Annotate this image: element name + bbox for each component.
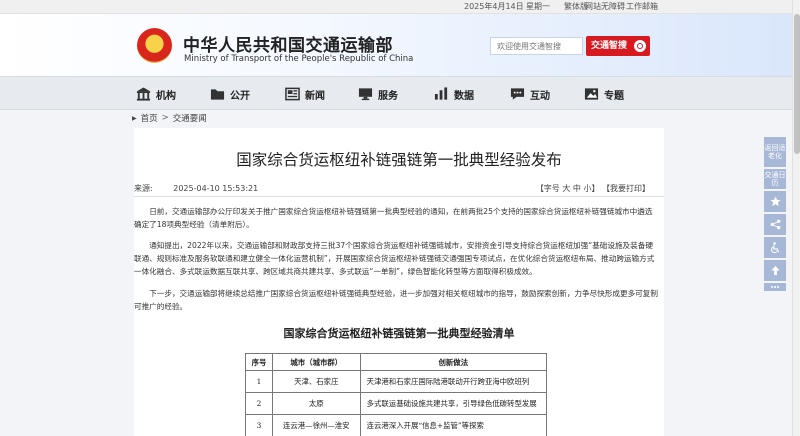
breadcrumb-separator: >: [161, 113, 169, 123]
table-row: 1 天津、石家庄 天津港和石家庄国际陆港联动开行跨亚海中欧班列: [245, 370, 548, 393]
bar-chart-icon: [434, 87, 448, 100]
nav-item-institutions[interactable]: 机构: [136, 85, 176, 103]
elderly-mode-button[interactable]: 返回适老化: [764, 137, 786, 167]
nav-item-services[interactable]: 服务: [358, 85, 398, 103]
breadcrumb: ▶ 首页 > 交通要闻: [132, 112, 207, 124]
font-size-medium[interactable]: 中: [573, 184, 581, 193]
table-cell: 2: [245, 392, 273, 415]
nav-item-topics[interactable]: 专题: [584, 85, 624, 103]
paragraph: 日前，交通运输部办公厅印发关于推广国家综合货运枢纽补链强链第一批典型经验的通知，…: [134, 207, 653, 229]
table-row: 2 太原 多式联运基础设施共建共享，引导绿色低碳转型发展: [245, 392, 548, 415]
share-icon: [770, 219, 780, 230]
more-tools-button[interactable]: [764, 283, 786, 291]
print-button[interactable]: 【我要打印】: [602, 184, 650, 193]
table-cell: 1: [245, 370, 273, 393]
paragraph: 下一步，交通运输部将继续总结推广国家综合货运枢纽补链强链典型经验，进一步加强对相…: [134, 289, 658, 311]
site-title-en: Ministry of Transport of the People's Re…: [184, 54, 414, 64]
service-desk-icon: [358, 88, 373, 101]
accessibility-button[interactable]: [764, 237, 786, 258]
star-icon: [769, 196, 781, 207]
publish-date: 2025-04-10 15:53:21: [173, 184, 259, 193]
current-date: 2025年4月14日: [464, 2, 524, 11]
smart-search-label: 交通智搜: [591, 41, 628, 51]
meta-divider: [134, 196, 664, 197]
wheelchair-icon: [770, 241, 779, 253]
breadcrumb-section[interactable]: 交通要闻: [173, 112, 207, 124]
table-header-row: 序号 城市（城市群） 创新做法: [245, 353, 548, 371]
picture-icon: [584, 88, 599, 100]
font-size-close: 】: [591, 184, 600, 193]
column-header: 序号: [245, 353, 273, 371]
table-cell: 多式联运基础设施共建共享，引导绿色低碳转型发展: [359, 392, 548, 415]
site-header: ★ 中华人民共和国交通运输部 Ministry of Transport of …: [0, 14, 800, 76]
search-icon: [634, 40, 646, 52]
nav-item-news[interactable]: 新闻: [285, 85, 325, 103]
folder-icon: [210, 89, 225, 100]
font-size-label: 【字号: [535, 184, 560, 193]
table-cell: 天津、石家庄: [271, 370, 361, 393]
smart-search-button[interactable]: 交通智搜: [586, 36, 650, 56]
search-input[interactable]: [490, 37, 583, 55]
column-header: 城市（城市群）: [271, 353, 361, 371]
paragraph: 通知提出，2022年以来，交通运输部和财政部支持三批37个国家综合货运枢纽补链强…: [134, 241, 655, 276]
source-label: 来源:: [134, 184, 153, 193]
scrollbar-thumb[interactable]: [794, 14, 800, 154]
column-header: 创新做法: [359, 353, 548, 371]
top-utility-bar: 2025年4月14日 星期一 繁体版 网站无障碍 工作邮箱: [0, 0, 800, 14]
breadcrumb-marker-icon: ▶: [132, 114, 137, 122]
article-panel: 国家综合货运枢纽补链强链第一批典型经验发布 来源: 2025-04-10 15:…: [134, 128, 664, 436]
experience-table: 序号 城市（城市群） 创新做法 1 天津、石家庄 天津港和石家庄国际陆港联动开行…: [245, 353, 548, 436]
accessibility-link[interactable]: 网站无障碍: [585, 1, 625, 13]
article-tools: 【字号 大 中 小】 【我要打印】: [536, 183, 650, 194]
table-cell: 3: [245, 414, 273, 436]
table-row: 3 连云港—徐州—淮安 连云港深入开展“信息+监管”等探索: [245, 414, 548, 436]
favorite-button[interactable]: [764, 191, 786, 212]
building-icon: [136, 87, 151, 101]
table-cell: 连云港—徐州—淮安: [271, 414, 361, 436]
main-nav: 机构 公开 新闻 服务 数据 互动 专题: [0, 76, 800, 110]
page-scrollbar[interactable]: [792, 0, 800, 436]
newspaper-icon: [285, 87, 300, 101]
table-cell: 连云港深入开展“信息+监管”等探索: [359, 414, 548, 436]
share-button[interactable]: [764, 214, 786, 235]
national-emblem-icon[interactable]: ★: [137, 28, 172, 63]
back-to-top-button[interactable]: [764, 260, 786, 281]
nav-item-open[interactable]: 公开: [210, 85, 250, 103]
table-cell: 太原: [271, 392, 361, 415]
transport-calendar-button[interactable]: 交通日历: [764, 169, 786, 189]
table-cell: 天津港和石家庄国际陆港联动开行跨亚海中欧班列: [359, 370, 548, 393]
article-title: 国家综合货运枢纽补链强链第一批典型经验发布: [236, 151, 562, 169]
arrow-up-icon: [770, 265, 780, 276]
font-size-large[interactable]: 大: [562, 184, 570, 193]
article-meta: 来源: 2025-04-10 15:53:21: [134, 183, 258, 194]
work-email-link[interactable]: 工作邮箱: [626, 1, 658, 13]
table-title: 国家综合货运枢纽补链强链第一批典型经验清单: [283, 327, 515, 340]
breadcrumb-home[interactable]: 首页: [141, 112, 158, 124]
weekday: 星期一: [526, 2, 550, 11]
dots-icon: [771, 286, 779, 288]
site-title-cn[interactable]: 中华人民共和国交通运输部: [183, 31, 393, 56]
nav-item-data[interactable]: 数据: [434, 85, 474, 103]
chat-icon: [510, 88, 525, 100]
nav-item-interaction[interactable]: 互动: [510, 85, 550, 103]
